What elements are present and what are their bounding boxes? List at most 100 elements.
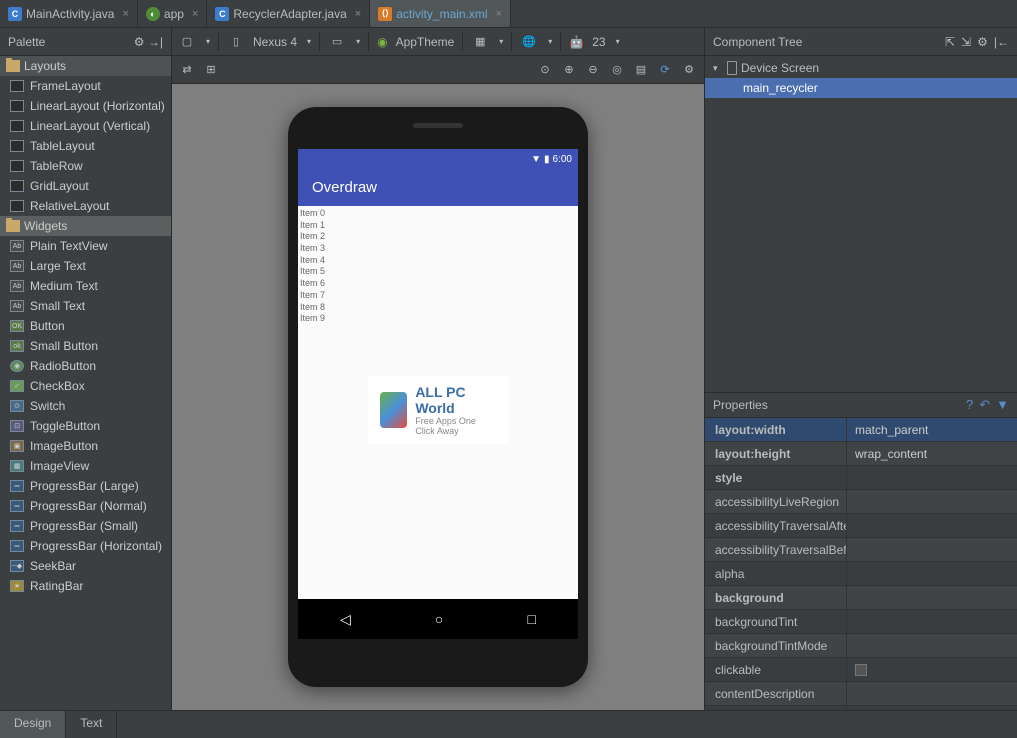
close-icon[interactable]: × bbox=[122, 8, 128, 20]
tree-root[interactable]: ▾ Device Screen bbox=[705, 58, 1017, 78]
property-row[interactable]: contentDescription bbox=[705, 682, 1017, 706]
collapse-icon[interactable]: ⇲ bbox=[961, 35, 971, 49]
orientation-icon[interactable]: ▭ bbox=[328, 33, 346, 51]
property-value[interactable]: wrap_content bbox=[847, 442, 1017, 465]
palette-panel: Palette ⚙ →| Layouts FrameLayout LinearL… bbox=[0, 28, 172, 710]
palette-item[interactable]: ═ProgressBar (Large) bbox=[0, 476, 171, 496]
palette-item[interactable]: ✓CheckBox bbox=[0, 376, 171, 396]
palette-item[interactable]: TableLayout bbox=[0, 136, 171, 156]
checkbox[interactable] bbox=[855, 664, 867, 676]
palette-item[interactable]: FrameLayout bbox=[0, 76, 171, 96]
property-value[interactable] bbox=[847, 490, 1017, 513]
palette-item[interactable]: ═ProgressBar (Horizontal) bbox=[0, 536, 171, 556]
tab-app[interactable]: ◐ app × bbox=[138, 0, 207, 27]
palette-group-layouts[interactable]: Layouts bbox=[0, 56, 171, 76]
undo-icon[interactable]: ↶ bbox=[979, 397, 990, 413]
zoom-actual-icon[interactable]: ◎ bbox=[608, 61, 626, 79]
tab-main-activity[interactable]: C MainActivity.java × bbox=[0, 0, 138, 27]
property-row[interactable]: backgroundTintMode bbox=[705, 634, 1017, 658]
close-icon[interactable]: × bbox=[355, 8, 361, 20]
property-value[interactable] bbox=[847, 706, 1017, 710]
property-row[interactable]: alpha bbox=[705, 562, 1017, 586]
palette-item[interactable]: OKButton bbox=[0, 316, 171, 336]
locale-icon[interactable]: 🌐 bbox=[520, 33, 538, 51]
gear-icon[interactable]: ⚙ bbox=[977, 35, 988, 49]
design-canvas[interactable]: ▼ ▮ 6:00 Overdraw Item 0 Item 1 Item 2 I… bbox=[172, 84, 704, 710]
property-value[interactable] bbox=[847, 658, 1017, 681]
property-value[interactable] bbox=[847, 682, 1017, 705]
palette-item[interactable]: AbPlain TextView bbox=[0, 236, 171, 256]
palette-item[interactable]: LinearLayout (Vertical) bbox=[0, 116, 171, 136]
clipboard-icon[interactable]: ▤ bbox=[632, 61, 650, 79]
palette-item[interactable]: GridLayout bbox=[0, 176, 171, 196]
tab-text[interactable]: Text bbox=[66, 711, 117, 738]
device-icon[interactable]: ▯ bbox=[227, 33, 245, 51]
viewport-icon[interactable]: ▢ bbox=[178, 33, 196, 51]
property-row[interactable]: layout:heightwrap_content bbox=[705, 442, 1017, 466]
chevron-down-icon[interactable]: ▾ bbox=[713, 63, 723, 74]
activity-icon[interactable]: ▦ bbox=[471, 33, 489, 51]
property-row[interactable]: accessibilityTraversalAfter bbox=[705, 514, 1017, 538]
property-row[interactable]: backgroundTint bbox=[705, 610, 1017, 634]
property-value[interactable] bbox=[847, 538, 1017, 561]
property-value[interactable] bbox=[847, 562, 1017, 585]
property-value[interactable] bbox=[847, 466, 1017, 489]
property-row[interactable]: layout:widthmatch_parent bbox=[705, 418, 1017, 442]
property-value[interactable] bbox=[847, 586, 1017, 609]
property-row[interactable]: style bbox=[705, 466, 1017, 490]
palette-item[interactable]: RelativeLayout bbox=[0, 196, 171, 216]
theme-icon: ◉ bbox=[377, 35, 387, 49]
tab-design[interactable]: Design bbox=[0, 711, 66, 738]
zoom-out-icon[interactable]: ⊖ bbox=[584, 61, 602, 79]
property-row[interactable]: accessibilityTraversalBefore bbox=[705, 538, 1017, 562]
palette-item[interactable]: ★RatingBar bbox=[0, 576, 171, 596]
expand-icon[interactable]: ⇱ bbox=[945, 35, 955, 49]
property-value[interactable]: match_parent bbox=[847, 418, 1017, 441]
palette-item[interactable]: LinearLayout (Horizontal) bbox=[0, 96, 171, 116]
zoom-in-icon[interactable]: ⊕ bbox=[560, 61, 578, 79]
property-value[interactable] bbox=[847, 634, 1017, 657]
property-value[interactable] bbox=[847, 514, 1017, 537]
property-row[interactable]: clickable bbox=[705, 658, 1017, 682]
filter-icon[interactable]: ▼ bbox=[996, 397, 1009, 413]
palette-item[interactable]: ⊡ToggleButton bbox=[0, 416, 171, 436]
palette-item[interactable]: TableRow bbox=[0, 156, 171, 176]
collapse-icon[interactable]: →| bbox=[148, 35, 163, 49]
property-row[interactable]: contextClickable bbox=[705, 706, 1017, 710]
close-icon[interactable]: × bbox=[496, 8, 502, 20]
palette-item[interactable]: ═ProgressBar (Small) bbox=[0, 516, 171, 536]
palette-item[interactable]: AbSmall Text bbox=[0, 296, 171, 316]
palette-group-widgets[interactable]: Widgets bbox=[0, 216, 171, 236]
gear-icon[interactable]: ⚙ bbox=[134, 35, 145, 49]
refresh-icon[interactable]: ⟳ bbox=[656, 61, 674, 79]
property-name: alpha bbox=[705, 562, 847, 585]
device-select[interactable]: Nexus 4 bbox=[253, 35, 297, 49]
settings-icon[interactable]: ⚙ bbox=[680, 61, 698, 79]
hide-icon[interactable]: |← bbox=[994, 35, 1009, 49]
bottom-tabs: Design Text bbox=[0, 710, 1017, 738]
palette-item[interactable]: okSmall Button bbox=[0, 336, 171, 356]
tree-item-main-recycler[interactable]: main_recycler bbox=[705, 78, 1017, 98]
palette-item[interactable]: ◉RadioButton bbox=[0, 356, 171, 376]
help-icon[interactable]: ? bbox=[966, 397, 973, 413]
property-name: backgroundTint bbox=[705, 610, 847, 633]
palette-item[interactable]: ═ProgressBar (Normal) bbox=[0, 496, 171, 516]
close-icon[interactable]: × bbox=[192, 8, 198, 20]
palette-item[interactable]: AbLarge Text bbox=[0, 256, 171, 276]
zoom-fit-icon[interactable]: ⊙ bbox=[536, 61, 554, 79]
palette-item[interactable]: ─◆SeekBar bbox=[0, 556, 171, 576]
toggle-layout-icon[interactable]: ⊞ bbox=[202, 61, 220, 79]
palette-item[interactable]: ⊙Switch bbox=[0, 396, 171, 416]
chevron-down-icon: ▾ bbox=[206, 37, 210, 46]
tab-activity-main-xml[interactable]: ⟨⟩ activity_main.xml × bbox=[370, 0, 511, 27]
api-select[interactable]: 23 bbox=[592, 35, 605, 49]
property-row[interactable]: background bbox=[705, 586, 1017, 610]
tab-recycler-adapter[interactable]: C RecyclerAdapter.java × bbox=[207, 0, 370, 27]
toggle-size-icon[interactable]: ⇄ bbox=[178, 61, 196, 79]
theme-select[interactable]: AppTheme bbox=[396, 35, 455, 49]
property-value[interactable] bbox=[847, 610, 1017, 633]
property-row[interactable]: accessibilityLiveRegion bbox=[705, 490, 1017, 514]
palette-item[interactable]: ▦ImageView bbox=[0, 456, 171, 476]
palette-item[interactable]: ▣ImageButton bbox=[0, 436, 171, 456]
palette-item[interactable]: AbMedium Text bbox=[0, 276, 171, 296]
